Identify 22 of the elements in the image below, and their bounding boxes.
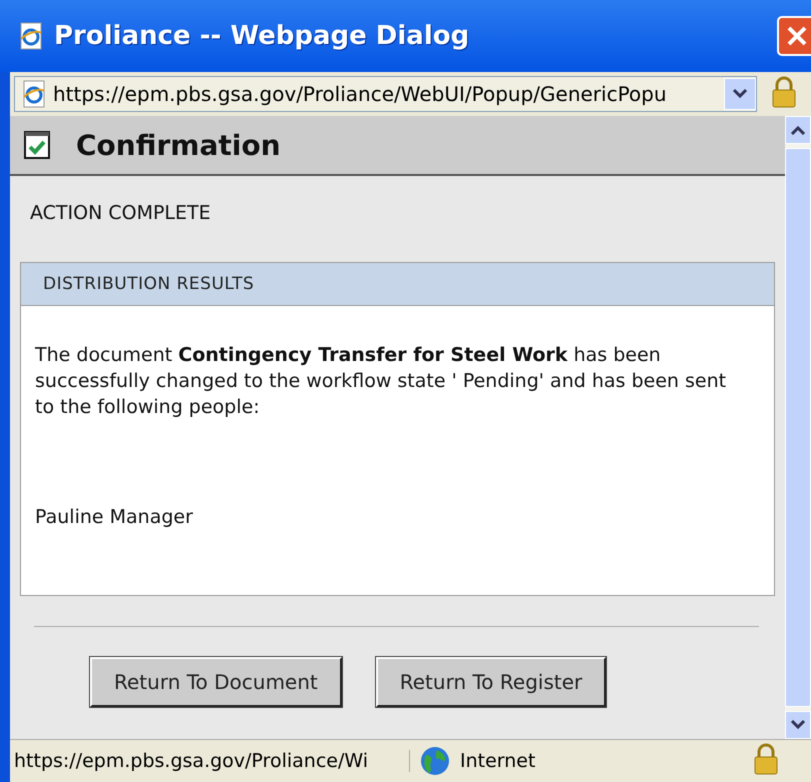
scrollbar[interactable]: [785, 116, 811, 739]
status-text: ACTION COMPLETE: [30, 202, 212, 224]
message-text: The document Contingency Transfer for Steel Work has been successfully changed to the workflow state ' Pending' and has been sent to the following people:: [35, 343, 728, 420]
chevron-down-icon: [791, 720, 805, 730]
chevron-up-icon: [791, 125, 805, 135]
panel-title: DISTRIBUTION RESULTS: [21, 263, 774, 306]
globe-icon: [420, 746, 450, 776]
checkbox-icon: [24, 131, 50, 159]
window-title: Proliance -- Webpage Dialog: [54, 21, 470, 51]
chevron-down-icon: [733, 89, 747, 99]
return-button[interactable]: Return To Document: [90, 657, 342, 707]
dropdown-button[interactable]: [724, 78, 756, 110]
page-title: Confirmation: [76, 128, 281, 162]
zone-label: Internet: [460, 750, 536, 772]
address-field[interactable]: https://epm.pbs.gsa.gov/Proliance/WebUI/Popup/GenericPopu: [14, 76, 757, 112]
browser-icon: [21, 80, 47, 108]
status-url: https://epm.pbs.gsa.gov/Proliance/Wi: [10, 750, 410, 772]
close-button[interactable]: [777, 16, 811, 56]
browser-icon: [18, 22, 44, 50]
person-name: Pauline Manager: [35, 506, 194, 528]
close-icon: [785, 24, 809, 48]
return-button[interactable]: Return To Register: [376, 657, 606, 707]
